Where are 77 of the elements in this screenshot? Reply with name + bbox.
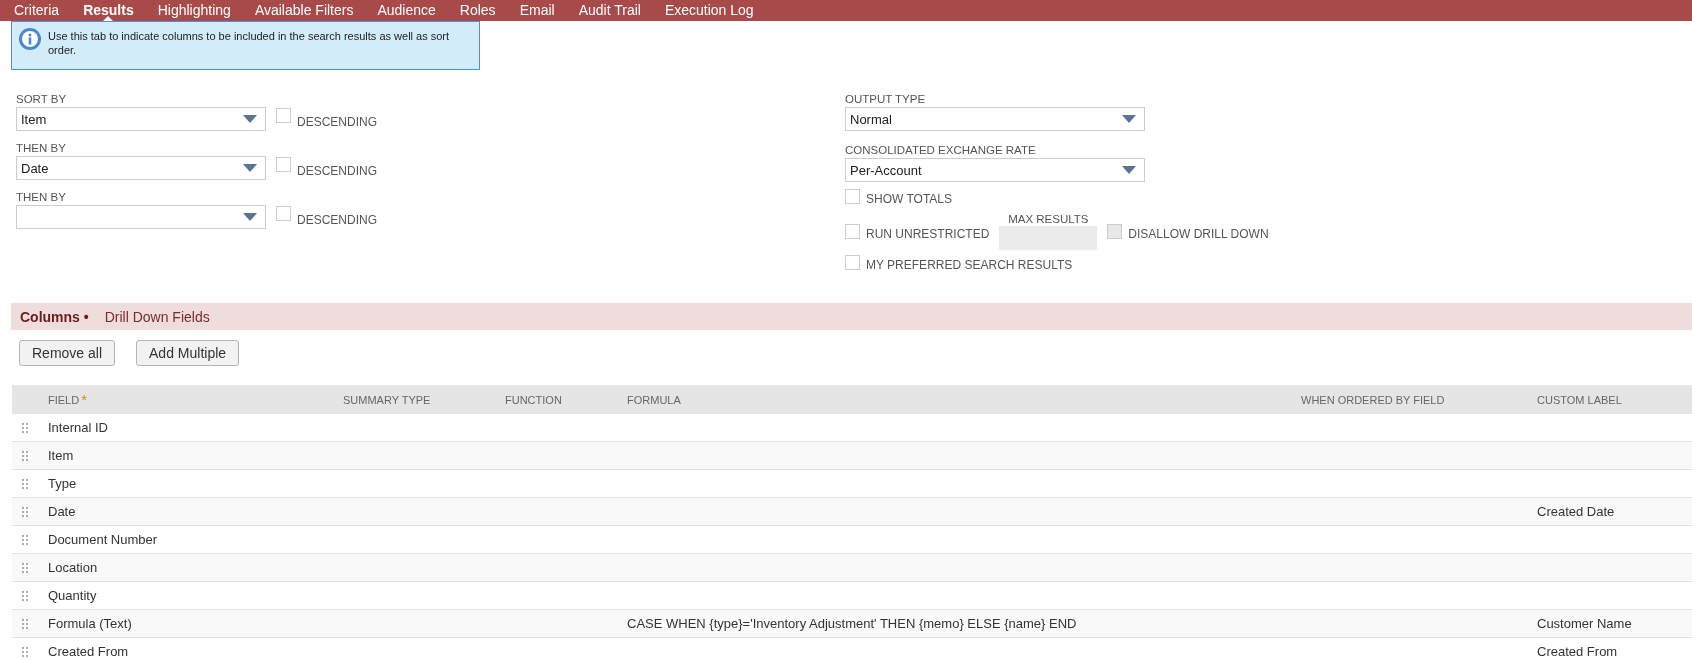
drag-handle-icon[interactable] [22,562,28,573]
info-icon [18,27,42,51]
field-label: OUTPUT TYPE [845,92,926,106]
checkbox-label: DESCENDING [297,163,377,178]
checkbox[interactable] [845,223,860,239]
checkbox-label: DESCENDING [297,114,377,129]
drag-handle-icon[interactable] [22,590,28,601]
drag-handle-icon[interactable] [22,506,28,517]
dropdown[interactable] [16,205,266,229]
caret-icon [1122,115,1136,123]
drag-handle-icon[interactable] [22,534,28,545]
table-cell: Location [48,560,98,575]
info-text: Use this tab to indicate columns to be included in the search results as well as sort order. [48,29,451,57]
field-label: CONSOLIDATED EXCHANGE RATE [845,143,1036,157]
dropdown[interactable]: Normal [845,107,1145,131]
column-header: CUSTOM LABEL [1537,393,1622,406]
table-cell: Quantity [48,588,97,603]
tab[interactable]: Audit Trail [578,0,641,21]
column-header: FORMULA [627,393,681,406]
checkbox-label: DESCENDING [297,212,377,227]
dropdown[interactable]: Date [16,156,266,180]
checkbox[interactable] [276,206,291,221]
checkbox-label: RUN UNRESTRICTED [866,227,990,241]
drag-handle-icon[interactable] [22,646,28,657]
table-cell: CASE WHEN {type}='Inventory Adjustment' THEN {memo} ELSE {name} END [627,616,1077,631]
field-label: THEN BY [16,141,66,155]
table-cell: Created From [1537,644,1618,659]
caret-icon [243,213,257,221]
table-cell: Created From [48,644,129,659]
tab[interactable]: Available Filters [254,0,354,21]
subtab[interactable]: Drill Down Fields [104,308,210,325]
tab[interactable]: Execution Log [664,0,754,21]
checkbox-label: MY PREFERRED SEARCH RESULTS [866,258,1073,272]
checkbox[interactable] [845,254,860,270]
field-label: SORT BY [16,92,67,106]
table-row[interactable]: Date Created Date [12,498,1692,526]
drag-handle-icon[interactable] [22,450,28,461]
dropdown[interactable]: Per-Account [845,158,1145,182]
checkbox-label: SHOW TOTALS [866,192,952,206]
tab[interactable]: Roles [459,0,496,21]
table-cell: Item [48,448,74,463]
caret-icon [243,164,257,172]
checkbox[interactable] [276,108,291,123]
field-label: THEN BY [16,190,66,204]
drag-handle-icon[interactable] [22,478,28,489]
tab[interactable]: Results [83,0,134,21]
tab[interactable]: Criteria [14,0,60,21]
drag-handle-icon[interactable] [22,422,28,433]
table-cell: Type [48,476,77,491]
tab[interactable]: Highlighting [157,0,231,21]
checkbox-label: DISALLOW DRILL DOWN [1128,227,1269,241]
column-header: FUNCTION [505,393,562,406]
drag-handle-icon[interactable] [22,618,28,629]
column-header: FIELD [48,393,80,406]
table-row[interactable]: Formula (Text) CASE WHEN {type}='Inventory Adjustment' THEN {memo} ELSE {name} END Customer Name [12,610,1692,638]
table-cell: Customer Name [1537,616,1632,631]
required-mark: * [81,393,88,405]
table-row[interactable]: Location [12,554,1692,582]
subtab[interactable]: Columns • [20,308,89,325]
caret-icon [243,115,257,123]
caret-icon [1122,166,1136,174]
checkbox[interactable] [276,157,291,172]
table-cell: Internal ID [48,420,108,435]
table-cell: Created Date [1537,504,1615,519]
table-cell: Formula (Text) [48,616,132,631]
action-button[interactable]: Remove all [19,340,116,366]
action-button[interactable]: Add Multiple [136,340,240,366]
table-row[interactable]: Item [12,442,1692,470]
tab[interactable]: Email [519,0,555,21]
column-header: WHEN ORDERED BY FIELD [1301,393,1445,406]
tab[interactable]: Audience [377,0,436,21]
dropdown[interactable]: Item [16,107,266,131]
table-cell: Document Number [48,532,158,547]
field-label: MAX RESULTS [1008,212,1089,226]
checkbox[interactable] [845,188,860,204]
column-header: SUMMARY TYPE [343,393,431,406]
table-cell: Date [48,504,76,519]
